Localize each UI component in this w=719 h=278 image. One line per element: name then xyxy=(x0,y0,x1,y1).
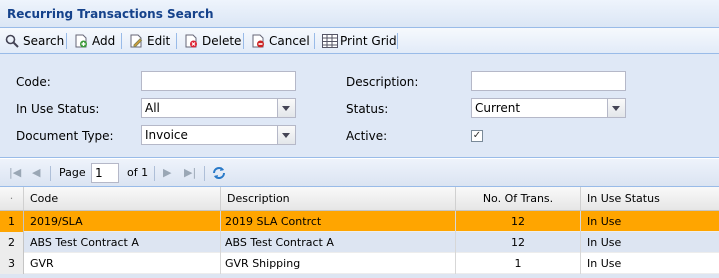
magnifier-icon xyxy=(5,34,19,48)
refresh-icon[interactable] xyxy=(211,165,227,184)
grid-icon xyxy=(322,34,338,48)
toolbar-separator xyxy=(66,33,67,49)
pager-separator xyxy=(204,166,205,181)
chevron-down-icon[interactable] xyxy=(607,99,625,117)
column-header-no-of-trans[interactable]: No. Of Trans. xyxy=(456,187,581,210)
column-header-description[interactable]: Description xyxy=(221,187,456,210)
status-select[interactable]: Current xyxy=(471,98,626,118)
print-grid-button[interactable]: Print Grid xyxy=(322,32,397,50)
chevron-down-icon[interactable] xyxy=(277,126,295,144)
page-count: of 1 xyxy=(127,166,149,179)
toolbar-separator xyxy=(397,33,398,49)
print-grid-button-label: Print Grid xyxy=(340,34,397,48)
status-value: Current xyxy=(475,101,521,115)
table-row[interactable]: 3 GVR GVR Shipping 1 In Use xyxy=(0,253,719,274)
delete-document-icon xyxy=(184,34,198,48)
column-header-in-use-status[interactable]: In Use Status xyxy=(581,187,719,210)
toolbar-separator xyxy=(176,33,177,49)
edit-button[interactable]: Edit xyxy=(129,32,170,50)
row-number: 1 xyxy=(0,211,24,232)
cell-description: 2019 SLA Contrct xyxy=(221,211,456,232)
cancel-button-label: Cancel xyxy=(269,34,310,48)
chevron-down-icon[interactable] xyxy=(277,99,295,117)
cell-code: ABS Test Contract A xyxy=(24,232,221,253)
add-document-icon xyxy=(74,34,88,48)
table-row-selected[interactable]: 1 2019/SLA 2019 SLA Contrct 12 In Use xyxy=(0,211,719,232)
cell-code: 2019/SLA xyxy=(24,211,221,232)
in-use-status-value: All xyxy=(145,101,160,115)
active-label: Active: xyxy=(346,129,388,143)
edit-document-icon xyxy=(129,34,143,48)
row-number: 3 xyxy=(0,253,24,274)
cell-no-of-trans: 12 xyxy=(456,211,581,232)
next-page-icon[interactable]: ▶ xyxy=(163,166,171,179)
window-title: Recurring Transactions Search xyxy=(7,7,214,21)
row-number: 2 xyxy=(0,232,24,253)
code-label: Code: xyxy=(16,75,51,89)
cell-no-of-trans: 12 xyxy=(456,232,581,253)
row-number-header: · xyxy=(0,187,24,210)
cell-code: GVR xyxy=(24,253,221,274)
cancel-icon xyxy=(251,34,265,48)
cell-no-of-trans: 1 xyxy=(456,253,581,274)
cell-in-use-status: In Use xyxy=(587,215,622,228)
checkmark-icon: ✓ xyxy=(472,130,482,141)
page-number-input[interactable]: 1 xyxy=(91,163,119,183)
description-field[interactable] xyxy=(471,71,626,91)
document-type-select[interactable]: Invoice xyxy=(141,125,296,145)
in-use-status-select[interactable]: All xyxy=(141,98,296,118)
in-use-status-label: In Use Status: xyxy=(16,102,100,116)
code-field[interactable] xyxy=(141,71,296,91)
last-page-icon[interactable]: ▶| xyxy=(184,166,196,179)
search-button-label: Search xyxy=(23,34,65,48)
cell-description: GVR Shipping xyxy=(221,253,456,274)
cell-in-use-status: In Use xyxy=(587,257,622,270)
delete-button-label: Delete xyxy=(202,34,242,48)
delete-button[interactable]: Delete xyxy=(184,32,241,50)
search-button[interactable]: Search xyxy=(5,32,64,50)
status-label: Status: xyxy=(346,102,389,116)
search-form: Code: Description: In Use Status: All St… xyxy=(0,54,719,158)
add-button-label: Add xyxy=(92,34,116,48)
document-type-label: Document Type: xyxy=(16,129,114,143)
paging-toolbar: |◀ ◀ Page 1 of 1 ▶ ▶| xyxy=(0,159,719,187)
toolbar-separator xyxy=(314,33,315,49)
column-header-code[interactable]: Code xyxy=(24,187,221,210)
table-row[interactable]: 2 ABS Test Contract A ABS Test Contract … xyxy=(0,232,719,253)
pager-separator xyxy=(154,166,155,181)
cell-description: ABS Test Contract A xyxy=(221,232,456,253)
table-row-partial xyxy=(0,274,719,278)
cancel-button[interactable]: Cancel xyxy=(251,32,310,50)
pager-separator xyxy=(50,166,51,181)
document-type-value: Invoice xyxy=(145,128,188,142)
toolbar: Search Add Edit Delete Cancel Print Grid xyxy=(0,28,719,54)
window-title-bar: Recurring Transactions Search xyxy=(0,0,719,28)
edit-button-label: Edit xyxy=(147,34,171,48)
add-button[interactable]: Add xyxy=(74,32,115,50)
active-checkbox[interactable]: ✓ xyxy=(471,130,483,142)
grid-header: · Code Description No. Of Trans. In Use … xyxy=(0,187,719,211)
toolbar-separator xyxy=(121,33,122,49)
toolbar-separator xyxy=(243,33,244,49)
cell-in-use-status: In Use xyxy=(587,236,622,249)
previous-page-icon[interactable]: ◀ xyxy=(32,166,40,179)
first-page-icon[interactable]: |◀ xyxy=(9,166,21,179)
page-label: Page xyxy=(59,166,86,179)
description-label: Description: xyxy=(346,75,419,89)
